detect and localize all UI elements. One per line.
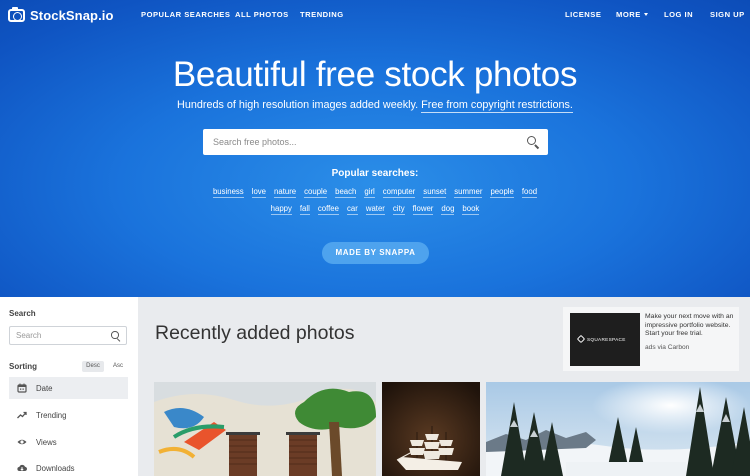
sort-item-views[interactable]: Views — [9, 431, 128, 453]
squarespace-mark-icon — [576, 334, 586, 344]
nav-log-in[interactable]: LOG IN — [664, 10, 693, 19]
sort-item-label: Views — [36, 437, 57, 447]
sidebar-search-label: Search — [9, 309, 36, 318]
copyright-link[interactable]: Free from copyright restrictions. — [421, 99, 573, 113]
sort-item-label: Trending — [36, 410, 67, 420]
tag-love[interactable]: love — [251, 187, 267, 198]
tag-dog[interactable]: dog — [441, 204, 455, 215]
sidebar-search-box — [9, 326, 127, 345]
nav-all-photos[interactable]: ALL PHOTOS — [235, 10, 289, 19]
caret-down-icon — [643, 13, 648, 16]
logo[interactable]: StockSnap.io — [8, 6, 114, 24]
tag-flower[interactable]: flower — [412, 204, 434, 215]
top-nav: StockSnap.io POPULAR SEARCHES ALL PHOTOS… — [0, 0, 750, 30]
hero-subtitle-text: Hundreds of high resolution images added… — [177, 99, 419, 111]
camera-icon — [8, 6, 25, 22]
tag-couple[interactable]: couple — [304, 187, 328, 198]
sort-desc-button[interactable]: Desc — [82, 361, 104, 372]
tag-food[interactable]: food — [521, 187, 538, 198]
popular-searches-title: Popular searches: — [331, 168, 419, 179]
tag-business[interactable]: business — [212, 187, 244, 198]
tag-city[interactable]: city — [392, 204, 405, 215]
search-icon — [527, 136, 539, 148]
sorting-label: Sorting — [9, 362, 37, 371]
nav-trending[interactable]: TRENDING — [300, 10, 344, 19]
hero-banner: StockSnap.io POPULAR SEARCHES ALL PHOTOS… — [0, 0, 750, 297]
sort-item-label: Downloads — [36, 463, 75, 473]
nav-popular-searches[interactable]: POPULAR SEARCHES — [141, 10, 230, 19]
made-by-snappa-button[interactable]: MADE BY SNAPPA — [322, 242, 429, 264]
ad-image[interactable]: SQUARESPACE — [570, 313, 640, 366]
mural-photo-image — [154, 382, 376, 476]
photo-mural[interactable] — [154, 382, 376, 476]
tag-people[interactable]: people — [490, 187, 514, 198]
sort-item-date[interactable]: Date — [9, 377, 128, 399]
popular-tags-row-1: business love nature couple beach girl c… — [150, 187, 600, 198]
hero-search-button[interactable] — [527, 136, 539, 148]
hero-title: Beautiful free stock photos — [172, 55, 578, 94]
tag-happy[interactable]: happy — [270, 204, 292, 215]
tag-fall[interactable]: fall — [299, 204, 310, 215]
sidebar-search-input[interactable] — [16, 327, 106, 344]
tag-book[interactable]: book — [462, 204, 480, 215]
tag-car[interactable]: car — [346, 204, 358, 215]
squarespace-logo: SQUARESPACE — [576, 334, 626, 344]
nav-more[interactable]: MORE — [616, 10, 648, 19]
cloud-download-icon — [17, 463, 28, 473]
hero-subtitle: Hundreds of high resolution images added… — [0, 99, 750, 113]
nav-more-label: MORE — [616, 10, 641, 19]
tag-computer[interactable]: computer — [382, 187, 416, 198]
ad-brand: SQUARESPACE — [587, 336, 626, 342]
tag-coffee[interactable]: coffee — [317, 204, 339, 215]
recently-added-title: Recently added photos — [155, 322, 355, 344]
carbon-ad[interactable]: SQUARESPACE Make your next move with an … — [563, 307, 739, 371]
nav-license[interactable]: LICENSE — [565, 10, 601, 19]
tag-beach[interactable]: beach — [335, 187, 357, 198]
forest-photo-image — [486, 382, 750, 476]
nav-sign-up[interactable]: SIGN UP — [710, 10, 745, 19]
trending-icon — [17, 410, 27, 420]
sort-item-downloads[interactable]: Downloads — [9, 457, 128, 476]
ad-text[interactable]: Make your next move with an impressive p… — [645, 313, 737, 339]
tag-water[interactable]: water — [365, 204, 385, 215]
hero-search-box — [203, 129, 548, 155]
tag-summer[interactable]: summer — [454, 187, 483, 198]
tag-girl[interactable]: girl — [364, 187, 375, 198]
ship-photo-image — [382, 382, 480, 476]
calendar-icon — [17, 383, 27, 393]
tag-nature[interactable]: nature — [274, 187, 297, 198]
photo-snowy-forest[interactable] — [486, 382, 750, 476]
sort-item-label: Date — [36, 383, 53, 393]
search-icon[interactable] — [111, 331, 121, 341]
hero-search-input[interactable] — [213, 129, 513, 155]
photo-ship[interactable] — [382, 382, 480, 476]
sort-asc-button[interactable]: Asc — [110, 361, 126, 372]
popular-tags-row-2: happy fall coffee car water city flower … — [150, 204, 600, 215]
tag-sunset[interactable]: sunset — [423, 187, 447, 198]
logo-text: StockSnap.io — [30, 7, 114, 23]
sort-item-trending[interactable]: Trending — [9, 404, 128, 426]
ads-via-carbon[interactable]: ads via Carbon — [645, 344, 689, 351]
eye-icon — [17, 437, 27, 447]
